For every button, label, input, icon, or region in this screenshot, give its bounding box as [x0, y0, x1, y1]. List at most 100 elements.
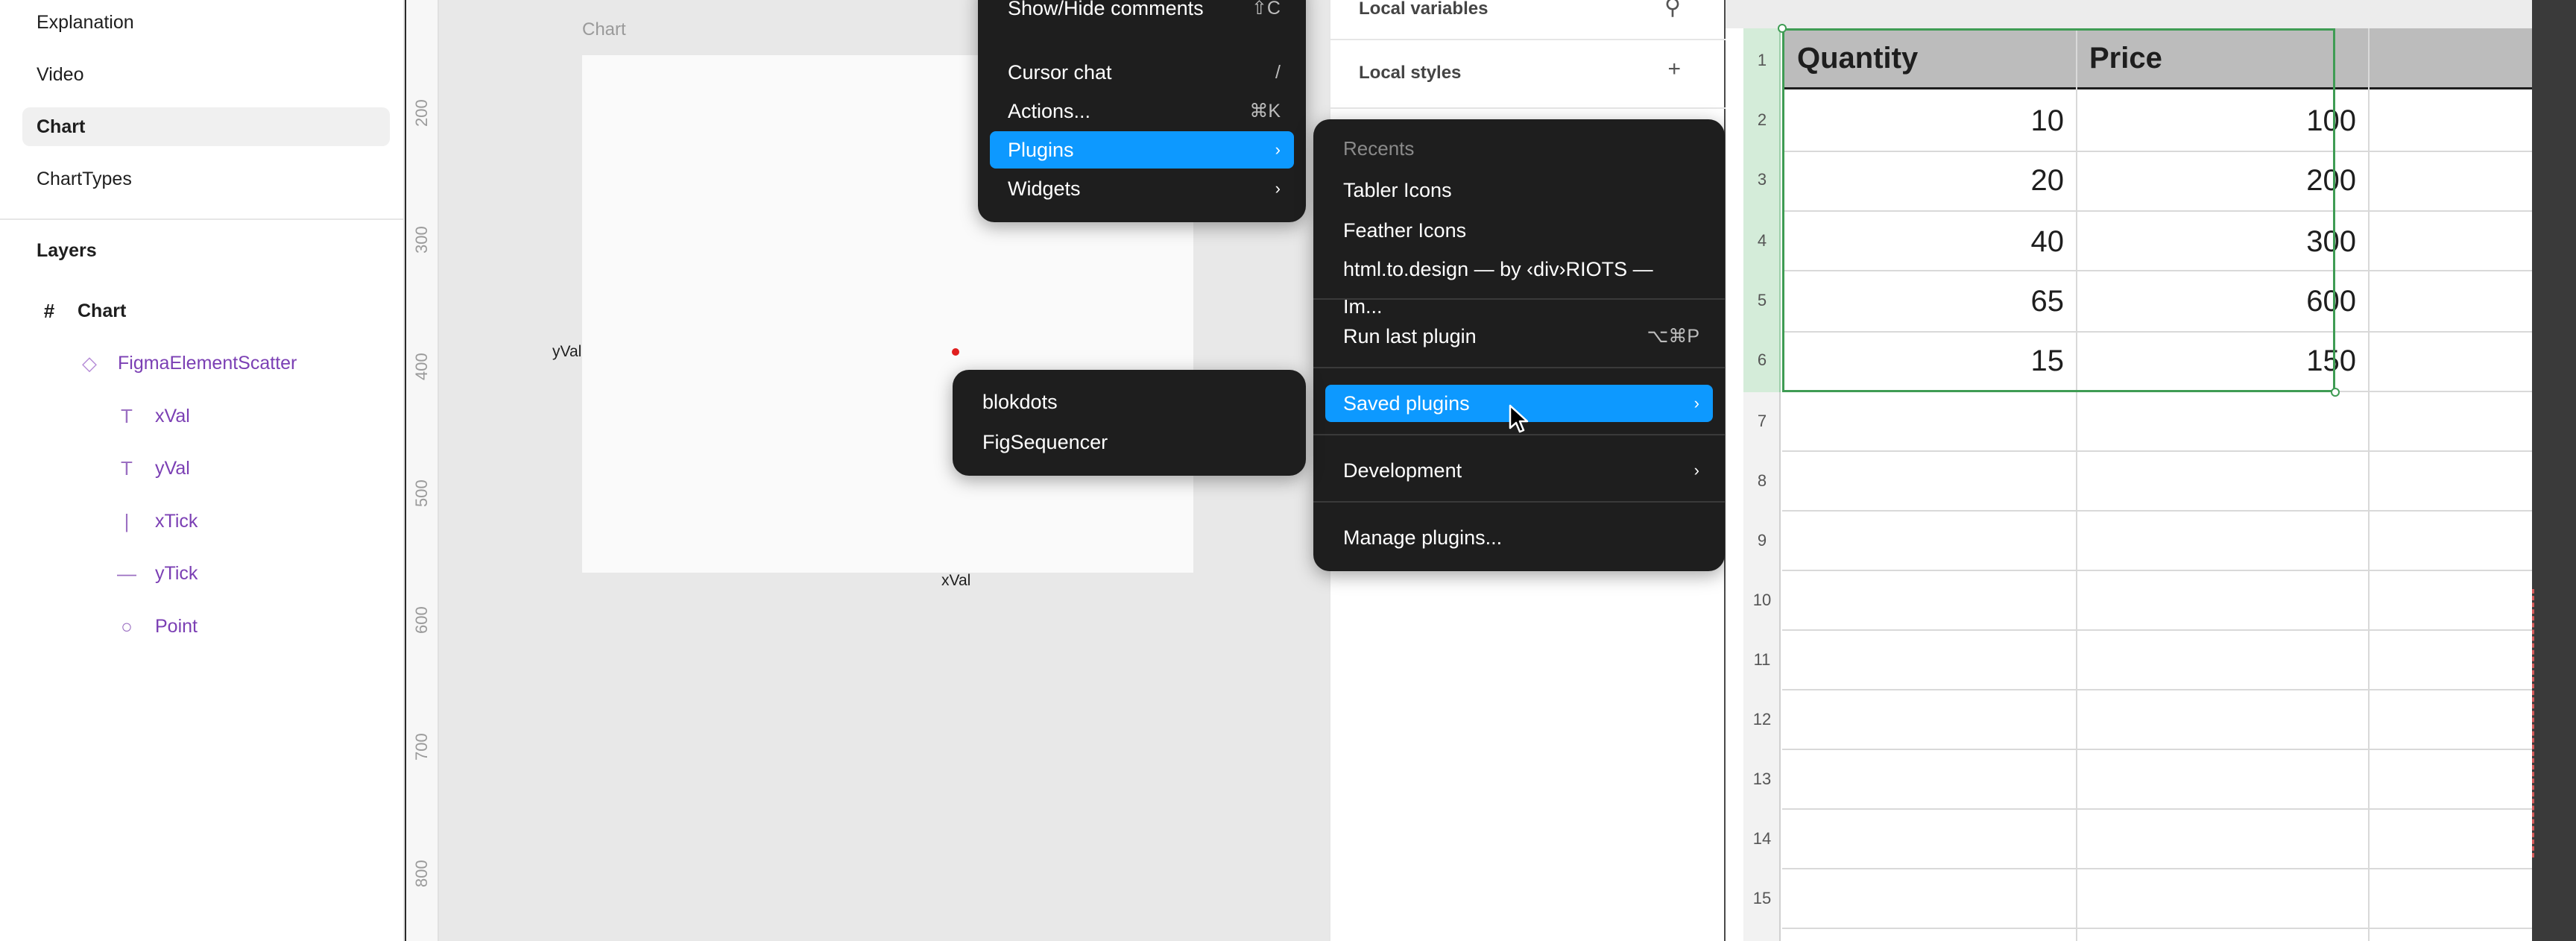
row-number[interactable]: 4 — [1743, 231, 1781, 251]
menu-item-figsequencer[interactable]: FigSequencer — [965, 424, 1294, 461]
vertical-ruler: 200 300 400 500 600 700 800 — [406, 0, 439, 941]
context-menu: Show/Hide comments ⇧C Cursor chat / Acti… — [978, 0, 1306, 222]
row-number[interactable]: 13 — [1743, 770, 1781, 789]
row-gridline — [1782, 450, 2576, 452]
menu-item-label: Show/Hide comments — [1008, 0, 1204, 19]
selection-handle[interactable] — [1778, 24, 1787, 33]
recents-heading: Recents — [1343, 137, 1415, 160]
divider — [1330, 107, 1726, 109]
text-icon: T — [121, 404, 133, 427]
menu-item-label: Saved plugins — [1343, 392, 1470, 415]
local-variables-label: Local variables — [1359, 0, 1489, 19]
row-number[interactable]: 10 — [1743, 591, 1781, 610]
row-gridline — [1782, 629, 2576, 631]
layer-label: FigmaElementScatter — [118, 352, 297, 374]
menu-item-widgets[interactable]: Widgets › — [990, 170, 1294, 207]
selection-box — [1782, 28, 2335, 392]
row-number[interactable]: 9 — [1743, 531, 1781, 550]
row-gridline — [1782, 570, 2576, 571]
menu-separator — [1313, 501, 1725, 503]
yval-label[interactable]: yVal — [552, 343, 581, 361]
layer-xtick[interactable]: | xTick — [115, 503, 198, 539]
dashed-border — [2532, 589, 2534, 857]
horizontal-line-icon: — — [117, 561, 136, 585]
sheet-edge — [2532, 0, 2576, 941]
row-gridline — [1782, 749, 2576, 750]
xval-label[interactable]: xVal — [941, 572, 970, 590]
menu-item-actions[interactable]: Actions... ⌘K — [990, 92, 1294, 130]
menu-item-show-hide-comments[interactable]: Show/Hide comments ⇧C — [990, 0, 1294, 27]
ruler-label: 300 — [412, 226, 431, 254]
ruler-label: 500 — [412, 479, 431, 507]
row-gridline — [1782, 689, 2576, 690]
menu-item-plugins[interactable]: Plugins › — [990, 131, 1294, 169]
menu-item-manage-plugins[interactable]: Manage plugins... — [1325, 519, 1713, 556]
menu-separator — [1313, 298, 1725, 300]
menu-separator — [1313, 367, 1725, 368]
row-number[interactable]: 2 — [1743, 110, 1781, 130]
row-number[interactable]: 6 — [1743, 350, 1781, 370]
layer-xval[interactable]: T xVal — [115, 398, 190, 434]
ruler-label: 700 — [412, 733, 431, 761]
row-gridline — [1782, 868, 2576, 869]
menu-item-blokdots[interactable]: blokdots — [965, 383, 1294, 421]
local-variables-row[interactable]: Local variables ⚲ — [1359, 0, 1702, 19]
vertical-line-icon: | — [124, 509, 130, 532]
chevron-right-icon: › — [1693, 461, 1699, 479]
menu-item-feather-icons[interactable]: Feather Icons — [1325, 212, 1713, 249]
menu-item-label: Plugins — [1008, 139, 1074, 161]
ellipse-icon: ○ — [121, 614, 133, 638]
scatter-point[interactable] — [952, 348, 959, 356]
menu-item-tabler-icons[interactable]: Tabler Icons — [1325, 171, 1713, 209]
row-number[interactable]: 1 — [1743, 51, 1781, 70]
row-number[interactable]: 3 — [1743, 170, 1781, 189]
menu-item-label: Development — [1343, 459, 1462, 482]
row-gridline — [1782, 808, 2576, 810]
row-number[interactable]: 5 — [1743, 291, 1781, 310]
page-item-chart[interactable]: Chart — [22, 107, 390, 146]
row-number[interactable]: 7 — [1743, 412, 1781, 431]
local-styles-row[interactable]: Local styles + — [1359, 57, 1702, 84]
plugins-submenu: Recents Tabler Icons Feather Icons html.… — [1313, 119, 1725, 571]
shortcut-label: ⌥⌘P — [1647, 326, 1699, 347]
layer-ytick[interactable]: — yTick — [115, 556, 198, 591]
chart-frame-label[interactable]: Chart — [582, 19, 626, 40]
layer-label: xTick — [155, 510, 198, 532]
menu-item-label: Cursor chat — [1008, 61, 1112, 84]
spreadsheet[interactable]: 1 2 3 4 5 6 7 8 9 10 11 12 13 14 15 Quan… — [1726, 0, 2576, 941]
divider — [1330, 39, 1726, 40]
menu-item-cursor-chat[interactable]: Cursor chat / — [990, 54, 1294, 91]
shortcut-label: ⇧C — [1251, 0, 1281, 19]
shortcut-label: / — [1275, 62, 1281, 83]
row-number[interactable]: 15 — [1743, 889, 1781, 908]
layer-chart[interactable]: # Chart — [37, 293, 127, 329]
menu-item-run-last-plugin[interactable]: Run last plugin ⌥⌘P — [1325, 318, 1713, 355]
component-icon: ◇ — [82, 351, 97, 374]
menu-item-html-to-design[interactable]: html.to.design — by ‹div›RIOTS — Im... — [1325, 251, 1713, 318]
layer-label: yTick — [155, 562, 198, 584]
ruler-label: 800 — [412, 860, 431, 887]
add-icon[interactable]: + — [1667, 57, 1681, 82]
variables-icon[interactable]: ⚲ — [1664, 0, 1681, 20]
ruler-label: 600 — [412, 606, 431, 634]
layer-point[interactable]: ○ Point — [115, 608, 198, 644]
row-number[interactable]: 8 — [1743, 471, 1781, 491]
text-icon: T — [121, 456, 133, 479]
column-gridline — [2368, 28, 2370, 941]
row-number[interactable]: 11 — [1743, 650, 1781, 670]
layer-yval[interactable]: T yVal — [115, 450, 190, 486]
ruler-label: 200 — [412, 99, 431, 127]
page-item-charttypes[interactable]: ChartTypes — [22, 160, 390, 198]
left-panel: Explanation Video Chart ChartTypes Layer… — [0, 0, 405, 941]
page-item-explanation[interactable]: Explanation — [22, 3, 390, 42]
menu-item-development[interactable]: Development › — [1325, 452, 1713, 489]
chevron-right-icon: › — [1275, 140, 1281, 159]
row-number[interactable]: 12 — [1743, 710, 1781, 729]
row-number[interactable]: 14 — [1743, 829, 1781, 849]
menu-separator — [1313, 434, 1725, 435]
layer-label: Point — [155, 615, 198, 637]
layer-figma-element-scatter[interactable]: ◇ FigmaElementScatter — [78, 345, 297, 381]
selection-handle[interactable] — [2331, 388, 2340, 397]
ruler-label: 400 — [412, 353, 431, 380]
page-item-video[interactable]: Video — [22, 55, 390, 94]
